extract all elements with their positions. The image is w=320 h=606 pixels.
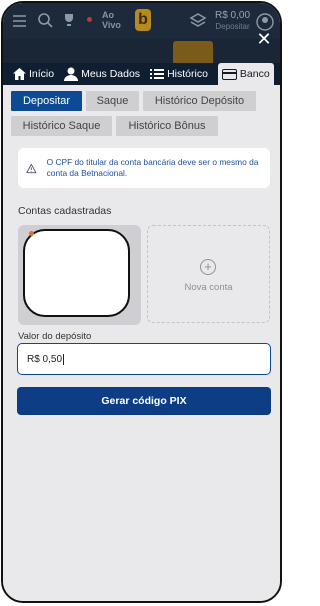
cpf-info-box: O CPF do titular da conta bancária deve … bbox=[18, 148, 270, 188]
layers-icon[interactable] bbox=[189, 12, 207, 30]
list-icon bbox=[150, 69, 165, 79]
trophy-icon[interactable] bbox=[61, 12, 77, 28]
tab-historico[interactable]: Histórico bbox=[146, 63, 212, 85]
deposit-value-label: Valor do depósito bbox=[18, 331, 92, 342]
deposit-value-input[interactable]: R$ 0,50 bbox=[17, 343, 271, 375]
selected-indicator bbox=[29, 231, 34, 236]
phone-frame: Ao Vivo b R$ 0,00 Depositar Início Meus … bbox=[1, 1, 282, 603]
promo-banner bbox=[173, 41, 213, 65]
subtab-depositar[interactable]: Depositar bbox=[11, 91, 82, 111]
top-header: Ao Vivo b R$ 0,00 Depositar bbox=[3, 3, 280, 39]
user-icon bbox=[64, 67, 79, 81]
subtab-historico-bonus[interactable]: Histórico Bônus bbox=[116, 116, 218, 136]
tab-meus-dados-label: Meus Dados bbox=[81, 68, 141, 80]
warning-icon bbox=[26, 163, 37, 173]
nova-conta-label: Nova conta bbox=[184, 282, 233, 293]
logo[interactable]: b bbox=[135, 9, 151, 31]
tab-inicio[interactable]: Início bbox=[9, 63, 58, 85]
close-icon[interactable]: ✕ bbox=[256, 30, 272, 48]
registered-account-card[interactable] bbox=[18, 225, 141, 325]
add-account-card[interactable]: + Nova conta bbox=[147, 225, 270, 323]
deposit-value-text: R$ 0,50 bbox=[27, 353, 63, 365]
search-icon[interactable] bbox=[37, 12, 53, 28]
generate-pix-button[interactable]: Gerar código PIX bbox=[17, 387, 271, 415]
plus-icon: + bbox=[200, 259, 216, 275]
home-icon bbox=[13, 68, 26, 80]
account-card-image bbox=[23, 229, 130, 317]
subtab-historico-saque[interactable]: Histórico Saque bbox=[11, 116, 112, 136]
balance-value: R$ 0,00 bbox=[215, 10, 251, 21]
bank-card-icon bbox=[221, 68, 237, 80]
subtab-saque[interactable]: Saque bbox=[86, 91, 139, 111]
subtab-historico-deposito[interactable]: Histórico Depósito bbox=[143, 91, 256, 111]
menu-icon[interactable] bbox=[11, 12, 29, 30]
contas-title: Contas cadastradas bbox=[18, 205, 112, 217]
cpf-info-text: O CPF do titular da conta bancária deve … bbox=[46, 157, 259, 178]
ao-vivo-link[interactable]: Ao Vivo bbox=[102, 10, 122, 30]
tab-banco[interactable]: Banco bbox=[217, 63, 274, 85]
tab-historico-label: Histórico bbox=[167, 68, 208, 80]
tab-inicio-label: Início bbox=[29, 68, 55, 80]
depositar-link[interactable]: Depositar bbox=[215, 21, 250, 32]
live-dot-icon bbox=[87, 17, 92, 22]
balance[interactable]: R$ 0,00 Depositar bbox=[215, 10, 250, 32]
modal-tabs: Início Meus Dados Histórico Banco bbox=[3, 63, 280, 85]
tab-banco-label: Banco bbox=[239, 68, 270, 80]
text-cursor bbox=[63, 353, 65, 365]
tab-meus-dados[interactable]: Meus Dados bbox=[60, 63, 144, 85]
bank-modal: Início Meus Dados Histórico Banco Deposi… bbox=[3, 63, 280, 601]
